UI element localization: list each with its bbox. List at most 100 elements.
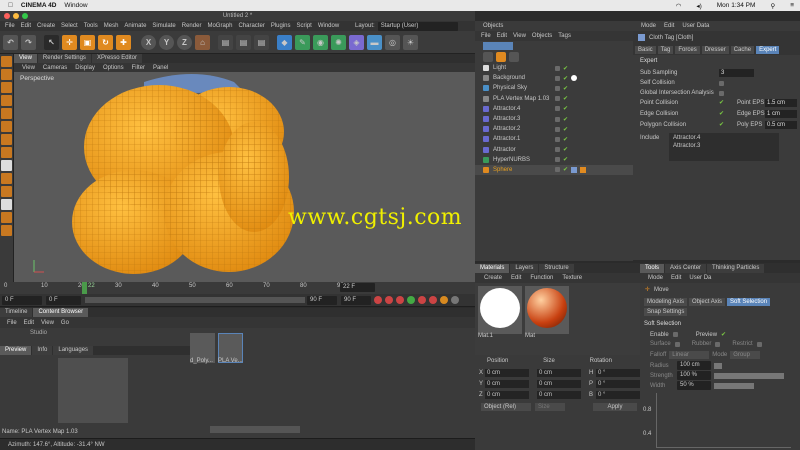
include-item[interactable]: Attractor.3 bbox=[669, 143, 779, 149]
mac-app-name[interactable]: CINEMA 4D bbox=[21, 2, 57, 9]
render-view-icon[interactable]: ▤ bbox=[218, 34, 233, 50]
close-window-icon[interactable] bbox=[4, 13, 10, 19]
mode-select[interactable]: Group bbox=[730, 351, 761, 359]
object-row[interactable]: Attractor.4 ✔ bbox=[475, 104, 633, 114]
layout-value[interactable]: Startup (User) bbox=[377, 21, 458, 31]
mat-menu-edit[interactable]: Edit bbox=[511, 275, 521, 281]
visibility-toggle[interactable] bbox=[555, 65, 560, 71]
apple-icon[interactable]:  bbox=[8, 2, 13, 9]
enabled-check[interactable]: ✔ bbox=[563, 75, 568, 82]
restrict-checkbox[interactable] bbox=[756, 341, 762, 347]
mat-menu-function[interactable]: Function bbox=[530, 275, 553, 281]
strength-field[interactable]: 100 % bbox=[677, 371, 711, 380]
coord-rotation-field[interactable]: 0 ° bbox=[596, 380, 640, 388]
falloff-graph[interactable]: 0.8 0.4 bbox=[643, 393, 791, 448]
scale-tool-icon[interactable]: ▣ bbox=[80, 34, 95, 50]
subdivision-icon[interactable]: ◉ bbox=[313, 34, 328, 50]
visibility-toggle[interactable] bbox=[555, 147, 560, 153]
material-label[interactable]: Mat.1 bbox=[478, 333, 493, 339]
model-mode-icon[interactable] bbox=[1, 69, 12, 80]
goto-start-icon[interactable] bbox=[374, 296, 382, 304]
visibility-toggle[interactable] bbox=[555, 116, 560, 122]
tab-timeline[interactable]: Timeline bbox=[0, 308, 33, 317]
coord-rotation-field[interactable]: 0 ° bbox=[596, 391, 640, 399]
radius-slider[interactable] bbox=[714, 362, 722, 369]
enable-checkbox[interactable] bbox=[672, 332, 678, 337]
viewport-menu-filter[interactable]: Filter bbox=[132, 65, 145, 71]
sub-sampling-field[interactable]: 3 bbox=[719, 69, 754, 77]
visibility-toggle[interactable] bbox=[555, 126, 560, 132]
current-frame-field[interactable]: 22 F bbox=[340, 283, 375, 292]
tab-view[interactable]: View bbox=[14, 54, 37, 63]
rotate-tool-icon[interactable]: ↻ bbox=[98, 34, 113, 50]
material-swatch-white[interactable] bbox=[478, 286, 522, 334]
x-axis-icon[interactable]: X bbox=[141, 34, 156, 50]
tools-tab-axis-center[interactable]: Axis Center bbox=[665, 263, 707, 273]
render-settings-icon[interactable]: ▤ bbox=[254, 34, 269, 50]
visibility-toggle[interactable] bbox=[555, 96, 560, 102]
keyframe-icon[interactable] bbox=[451, 296, 459, 304]
record-icon[interactable] bbox=[429, 296, 437, 304]
object-row[interactable]: Attractor ✔ bbox=[475, 145, 633, 155]
menu-plugins[interactable]: Plugins bbox=[271, 23, 291, 29]
attr-tab-cache[interactable]: Cache bbox=[730, 45, 755, 54]
object-name[interactable]: Attractor.4 bbox=[493, 106, 520, 112]
menu-character[interactable]: Character bbox=[238, 23, 264, 29]
object-axis-button[interactable]: Object Axis bbox=[689, 298, 726, 306]
coord-position-field[interactable]: 0 cm bbox=[485, 380, 529, 388]
coord-size-field[interactable]: 0 cm bbox=[537, 380, 581, 388]
cloth-tag-icon[interactable] bbox=[571, 166, 578, 173]
cb-menu-file[interactable]: File bbox=[7, 320, 17, 326]
live-select-icon[interactable]: ↖ bbox=[44, 34, 59, 50]
tree-item-studio[interactable]: Studio bbox=[30, 330, 47, 336]
coord-mode-select[interactable]: Object (Rel) bbox=[481, 403, 531, 411]
tools-menu-edit[interactable]: Edit bbox=[671, 275, 681, 281]
object-row[interactable]: HyperNURBS ✔ bbox=[475, 155, 633, 165]
zoom-slider[interactable] bbox=[210, 426, 300, 433]
tools-menu-mode[interactable]: Mode bbox=[648, 275, 663, 281]
enabled-check[interactable]: ✔ bbox=[563, 166, 568, 173]
edges-mode-icon[interactable] bbox=[1, 121, 12, 132]
strength-slider[interactable] bbox=[714, 372, 784, 379]
coord-rotation-field[interactable]: 0 ° bbox=[596, 369, 640, 377]
enabled-check[interactable]: ✔ bbox=[563, 146, 568, 153]
object-name[interactable]: Background bbox=[493, 75, 525, 81]
tab-xpresso-editor[interactable]: XPresso Editor bbox=[91, 54, 142, 63]
menu-create[interactable]: Create bbox=[37, 23, 55, 29]
scene-icon[interactable] bbox=[496, 52, 506, 62]
tab-content-browser[interactable]: Content Browser bbox=[33, 308, 89, 317]
thumb-label[interactable]: d_Poly... bbox=[190, 358, 213, 364]
mat-menu-texture[interactable]: Texture bbox=[562, 275, 582, 281]
menu-animate[interactable]: Animate bbox=[124, 23, 146, 29]
object-row[interactable]: PLA Vertex Map 1.03 ✔ bbox=[475, 94, 633, 104]
coord-size-field[interactable]: 0 cm bbox=[537, 369, 581, 377]
minimize-window-icon[interactable] bbox=[13, 13, 19, 19]
workplane-icon[interactable] bbox=[1, 95, 12, 106]
layer-browser-icon[interactable] bbox=[509, 52, 519, 62]
attr-menu-edit[interactable]: Edit bbox=[664, 23, 674, 29]
attr-menu-user-data[interactable]: User Data bbox=[682, 23, 709, 29]
objects-menu-file[interactable]: File bbox=[481, 33, 491, 39]
edge-eps-field[interactable]: 1 cm bbox=[765, 110, 797, 118]
visibility-toggle[interactable] bbox=[555, 75, 560, 81]
object-name[interactable]: Light bbox=[493, 65, 506, 71]
volume-icon[interactable]: ◂) bbox=[696, 2, 701, 10]
attr-tab-basic[interactable]: Basic bbox=[635, 45, 656, 54]
object-row[interactable]: Background ✔ bbox=[475, 73, 633, 83]
coord-size-field[interactable]: 0 cm bbox=[537, 391, 581, 399]
planar-workplane-icon[interactable] bbox=[1, 199, 12, 210]
mat-tab-layers[interactable]: Layers bbox=[510, 263, 539, 273]
object-row[interactable]: Attractor.1 ✔ bbox=[475, 134, 633, 144]
material-tag-icon[interactable] bbox=[580, 166, 587, 173]
viewport-menu-panel[interactable]: Panel bbox=[153, 65, 168, 71]
move-tool-icon[interactable]: ✛ bbox=[62, 34, 77, 50]
menu-mograph[interactable]: MoGraph bbox=[207, 23, 232, 29]
prev-key-icon[interactable] bbox=[385, 296, 393, 304]
enabled-check[interactable]: ✔ bbox=[563, 105, 568, 112]
search-icon[interactable]: ⚲ bbox=[770, 2, 775, 10]
attr-tab-expert[interactable]: Expert bbox=[756, 45, 780, 54]
material-label[interactable]: Mat bbox=[525, 333, 535, 339]
poly-eps-field[interactable]: 0.5 cm bbox=[765, 121, 797, 129]
object-name[interactable]: Physical Sky bbox=[493, 85, 527, 91]
cube-object-icon[interactable]: ◆ bbox=[277, 34, 292, 50]
